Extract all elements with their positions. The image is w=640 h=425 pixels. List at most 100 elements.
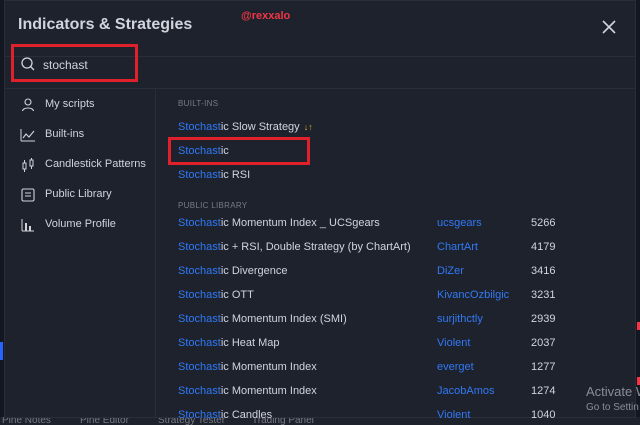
tab-pine-editor[interactable]: Pine Editor [80, 417, 129, 425]
match-text: Stochast [178, 145, 221, 157]
sidebar-item-label: Candlestick Patterns [45, 158, 146, 170]
search-icon [21, 57, 35, 71]
result-item[interactable]: Stochastic Candles Violent 1040 [156, 405, 635, 418]
search-row [5, 44, 635, 89]
sidebar-item-label: Public Library [45, 188, 112, 200]
sidebar-item-label: Volume Profile [45, 218, 116, 230]
sidebar-item-label: Built-ins [45, 128, 85, 140]
match-text: Stochast [178, 361, 221, 373]
result-item[interactable]: Stochastic [156, 141, 635, 163]
match-text: Stochast [178, 217, 221, 229]
match-text: Stochast [178, 265, 221, 277]
rest-text: ic Slow Strategy [220, 121, 300, 133]
match-text: Stochast [178, 289, 221, 301]
activate-windows-title: Activate W [586, 384, 640, 399]
rest-text: ic Divergence [220, 265, 288, 277]
result-name: Stochastic Momentum Index [178, 385, 317, 397]
result-count: 1274 [531, 385, 556, 397]
rest-text: ic Momentum Index _ UCSgears [220, 217, 380, 229]
result-count: 1040 [531, 409, 556, 418]
rest-text: ic RSI [220, 169, 251, 181]
match-text: Stochast [178, 409, 221, 418]
rest-text: ic Momentum Index [220, 361, 317, 373]
tab-strategy-tester[interactable]: Strategy Tester [158, 417, 225, 425]
rest-text: ic Momentum Index (SMI) [220, 313, 347, 325]
search-input[interactable] [41, 54, 135, 76]
result-item[interactable]: Stochastic + RSI, Double Strategy (by Ch… [156, 237, 635, 259]
rest-text: ic + RSI, Double Strategy (by ChartArt) [220, 241, 411, 253]
result-count: 1277 [531, 361, 556, 373]
activate-windows-subtitle: Go to Settin [586, 402, 639, 413]
result-item[interactable]: Stochastic Momentum Index (SMI) surjithc… [156, 309, 635, 331]
result-count: 3416 [531, 265, 556, 277]
library-icon [21, 188, 35, 202]
results-panel: BUILT-INS Stochastic Slow Strategy ↓↑ Sto… [156, 88, 635, 418]
sidebar-item-public-library[interactable]: Public Library [5, 183, 153, 207]
rest-text: ic OTT [220, 289, 254, 301]
section-header-public-library: PUBLIC LIBRARY [178, 201, 248, 210]
result-author[interactable]: Violent [437, 409, 470, 418]
result-name: Stochastic OTT [178, 289, 254, 301]
result-name: Stochastic Divergence [178, 265, 287, 277]
rest-text: ic Heat Map [220, 337, 280, 349]
candlestick-icon [22, 158, 34, 172]
background-left-marker [0, 342, 3, 360]
result-name: Stochastic RSI [178, 169, 250, 181]
user-icon [21, 98, 35, 112]
result-name: Stochastic + RSI, Double Strategy (by Ch… [178, 241, 411, 253]
match-text: Stochast [178, 241, 221, 253]
result-name: Stochastic Heat Map [178, 337, 280, 349]
result-item[interactable]: Stochastic Momentum Index _ UCSgears ucs… [156, 213, 635, 235]
result-name: Stochastic Momentum Index (SMI) [178, 313, 347, 325]
close-icon [602, 20, 616, 34]
result-item[interactable]: Stochastic RSI [156, 165, 635, 187]
indicators-dialog: Indicators & Strategies @rexxalo My scri… [4, 0, 636, 418]
result-count: 3231 [531, 289, 556, 301]
result-author[interactable]: surjithctly [437, 313, 483, 325]
tab-trading-panel[interactable]: Trading Panel [252, 417, 314, 425]
result-count: 2037 [531, 337, 556, 349]
result-item[interactable]: Stochastic Slow Strategy ↓↑ [156, 117, 635, 139]
result-count: 4179 [531, 241, 556, 253]
result-name: Stochastic Slow Strategy ↓↑ [178, 121, 313, 133]
rest-text: ic Candles [220, 409, 273, 418]
result-item[interactable]: Stochastic Heat Map Violent 2037 [156, 333, 635, 355]
watermark: @rexxalo [241, 10, 291, 22]
sidebar-item-candlestick-patterns[interactable]: Candlestick Patterns [5, 153, 153, 177]
sidebar-item-my-scripts[interactable]: My scripts [5, 93, 153, 117]
close-button[interactable] [597, 15, 621, 39]
result-name: Stochastic Candles [178, 409, 272, 418]
result-item[interactable]: Stochastic OTT KivancOzbilgic 3231 [156, 285, 635, 307]
result-author[interactable]: Violent [437, 337, 470, 349]
search-highlight-box [11, 44, 138, 82]
tab-pine-notes[interactable]: Pine Notes [2, 417, 51, 425]
result-author[interactable]: ChartArt [437, 241, 478, 253]
rest-text: ic [220, 145, 229, 157]
sidebar: My scripts Built-ins Candlestick Pattern… [5, 88, 156, 418]
match-text: Stochast [178, 121, 221, 133]
result-author[interactable]: KivancOzbilgic [437, 289, 509, 301]
result-count: 5266 [531, 217, 556, 229]
result-item[interactable]: Stochastic Momentum Index JacobAmos 1274 [156, 381, 635, 403]
strategy-icon: ↓↑ [303, 122, 313, 132]
sidebar-item-volume-profile[interactable]: Volume Profile [5, 213, 153, 237]
sidebar-item-built-ins[interactable]: Built-ins [5, 123, 153, 147]
result-author[interactable]: DiZer [437, 265, 464, 277]
rest-text: ic Momentum Index [220, 385, 317, 397]
match-text: Stochast [178, 313, 221, 325]
match-text: Stochast [178, 169, 221, 181]
match-text: Stochast [178, 337, 221, 349]
result-name: Stochastic Momentum Index [178, 361, 317, 373]
result-name: Stochastic Momentum Index _ UCSgears [178, 217, 380, 229]
result-item[interactable]: Stochastic Divergence DiZer 3416 [156, 261, 635, 283]
sidebar-item-label: My scripts [45, 98, 95, 110]
dialog-title: Indicators & Strategies [18, 16, 193, 33]
result-author[interactable]: everget [437, 361, 474, 373]
section-header-built-ins: BUILT-INS [178, 99, 219, 108]
volume-profile-icon [21, 219, 34, 232]
background-bottom-tabs: Pine Notes Pine Editor Strategy Tester T… [0, 417, 640, 425]
result-item[interactable]: Stochastic Momentum Index everget 1277 [156, 357, 635, 379]
result-author[interactable]: ucsgears [437, 217, 482, 229]
result-count: 2939 [531, 313, 556, 325]
result-author[interactable]: JacobAmos [437, 385, 494, 397]
